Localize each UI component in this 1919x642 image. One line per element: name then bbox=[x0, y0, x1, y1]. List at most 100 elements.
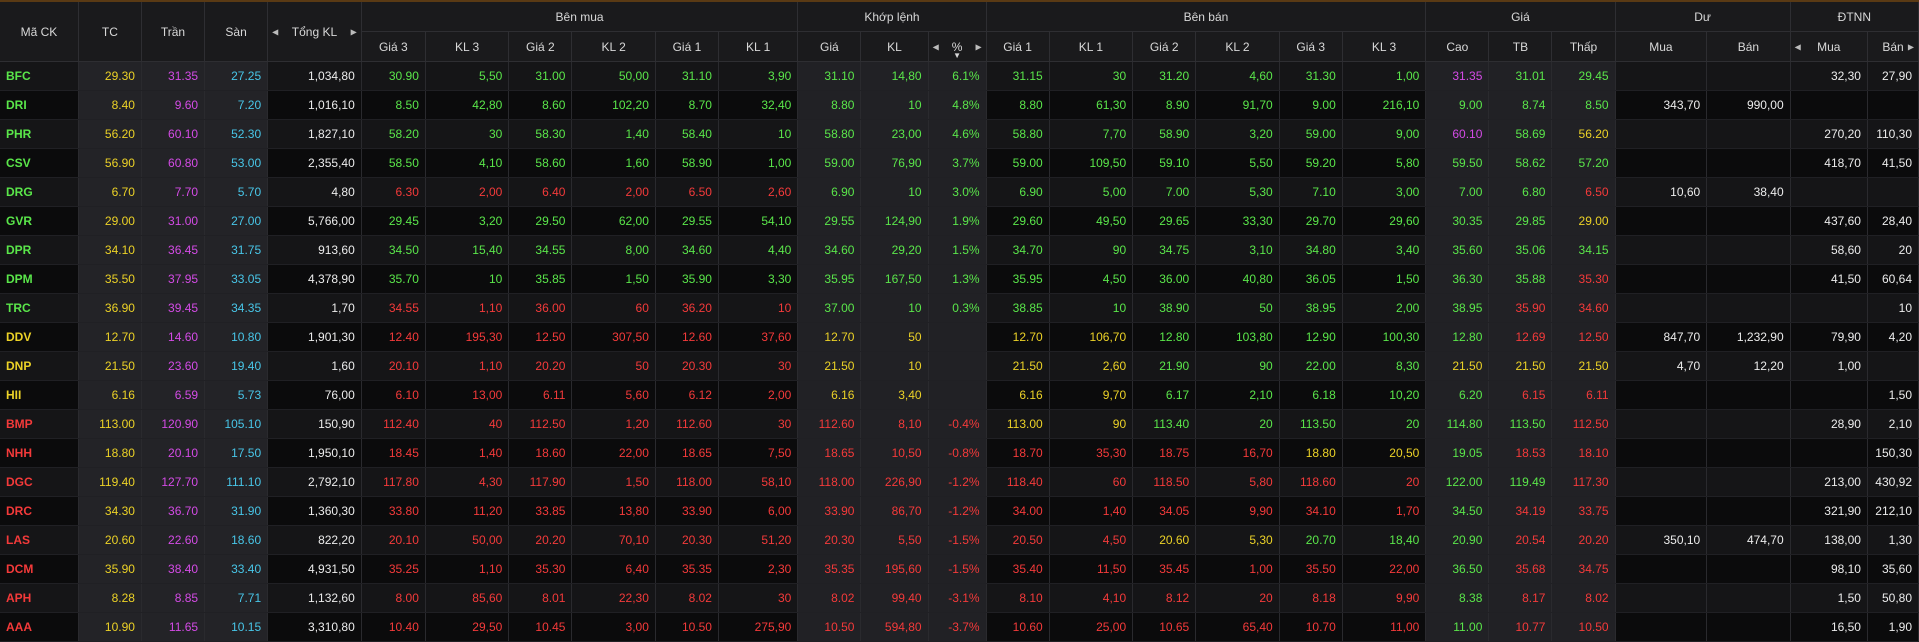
buy-cell: 8.70 bbox=[655, 90, 719, 120]
foreign-col-header-1[interactable]: Bán ▶ bbox=[1867, 31, 1919, 62]
percent-sort-control[interactable]: % ▼ bbox=[952, 40, 963, 60]
price-cell: 112.50 bbox=[1551, 409, 1616, 439]
match-cell: 112.60 bbox=[797, 409, 862, 439]
price-cell: 18.10 bbox=[1551, 438, 1616, 468]
table-row[interactable]: DGC 119.40 127.70 111.10 2,792,10 117.80 4,30 1… bbox=[0, 467, 1919, 497]
table-row[interactable]: AAA 10.90 11.65 10.15 3,310,80 10.40 29,50 10.4… bbox=[0, 612, 1919, 642]
foreign-col-header-0[interactable]: ◀ Mua bbox=[1790, 31, 1868, 62]
foreign-cell: 270,20 bbox=[1790, 119, 1868, 149]
buy-col-header-4[interactable]: Giá 1 bbox=[655, 31, 719, 62]
table-row[interactable]: NHH 18.80 20.10 17.50 1,950,10 18.45 1,40 18.60… bbox=[0, 438, 1919, 468]
buy-cell: 1,20 bbox=[571, 409, 656, 439]
total-volume-cell: 2,792,10 bbox=[267, 467, 362, 497]
price-col-header-0[interactable]: Cao bbox=[1425, 31, 1490, 62]
buy-cell: 1,00 bbox=[718, 148, 799, 178]
table-row[interactable]: DPR 34.10 36.45 31.75 913,60 34.50 15,40 34.55 8… bbox=[0, 235, 1919, 265]
ceil-price-cell: 23.60 bbox=[141, 351, 206, 381]
sell-cell: 1,00 bbox=[1342, 61, 1427, 91]
caret-left-icon[interactable]: ◀ bbox=[933, 42, 939, 51]
buy-col-header-5[interactable]: KL 1 bbox=[718, 31, 799, 62]
group-match-header: Khớp lệnh bbox=[797, 0, 987, 32]
match-cell: 1.5% bbox=[928, 235, 987, 265]
buy-col-header-2[interactable]: Giá 2 bbox=[508, 31, 573, 62]
buy-cell: 36.00 bbox=[508, 293, 573, 323]
table-row[interactable]: DCM 35.90 38.40 33.40 4,931,50 35.25 1,10 35.30… bbox=[0, 554, 1919, 584]
buy-col-header-0[interactable]: Giá 3 bbox=[361, 31, 426, 62]
caret-left-icon[interactable]: ◀ bbox=[272, 27, 278, 36]
caret-right-icon[interactable]: ▶ bbox=[975, 42, 981, 51]
table-row[interactable]: TRC 36.90 39.45 34.35 1,70 34.55 1,10 36.00 60 36… bbox=[0, 293, 1919, 323]
table-row[interactable]: DRI 8.40 9.60 7.20 1,016,10 8.50 42,80 8.60 102,… bbox=[0, 90, 1919, 120]
buy-cell: 20.20 bbox=[508, 351, 573, 381]
sell-col-header-0[interactable]: Giá 1 bbox=[986, 31, 1050, 62]
foreign-cell bbox=[1790, 380, 1868, 410]
buy-cell: 102,20 bbox=[571, 90, 656, 120]
table-row[interactable]: BMP 113.00 120.90 105.10 150,90 112.40 40 112.5… bbox=[0, 409, 1919, 439]
col-ref-header[interactable]: TC bbox=[78, 0, 142, 62]
table-row[interactable]: BFC 29.30 31.35 27.25 1,034,80 30.90 5,50 31.00… bbox=[0, 61, 1919, 91]
caret-left-icon[interactable]: ◀ bbox=[1795, 42, 1801, 51]
sell-cell: 103,80 bbox=[1195, 322, 1280, 352]
col-floor-header[interactable]: Sàn bbox=[204, 0, 269, 62]
price-cell: 35.68 bbox=[1488, 554, 1553, 584]
table-row[interactable]: HII 6.16 6.59 5.73 76,00 6.10 13,00 6.11 5,60 6.1… bbox=[0, 380, 1919, 410]
buy-cell: 51,20 bbox=[718, 525, 799, 555]
col-total-vol-header[interactable]: ◀ Tổng KL ▶ bbox=[267, 0, 362, 62]
match-cell: 124,90 bbox=[860, 206, 929, 236]
buy-cell: 2,30 bbox=[718, 554, 799, 584]
ceil-price-cell: 31.00 bbox=[141, 206, 206, 236]
table-row[interactable]: APH 8.28 8.85 7.71 1,132,60 8.00 85,60 8.01 22,3… bbox=[0, 583, 1919, 613]
table-row[interactable]: DRC 34.30 36.70 31.90 1,360,30 33.80 11,20 33.8… bbox=[0, 496, 1919, 526]
sell-col-header-4[interactable]: Giá 3 bbox=[1279, 31, 1343, 62]
price-cell: 57.20 bbox=[1551, 148, 1616, 178]
buy-cell: 33.90 bbox=[655, 496, 719, 526]
price-cell: 119.49 bbox=[1488, 467, 1553, 497]
table-row[interactable]: DPM 35.50 37.95 33.05 4,378,90 35.70 10 35.85 1,… bbox=[0, 264, 1919, 294]
match-col-header-1[interactable]: KL bbox=[860, 31, 929, 62]
sell-cell: 20,50 bbox=[1342, 438, 1427, 468]
match-col-header-2[interactable]: ◀ % ▼ ▶ bbox=[928, 31, 987, 62]
match-cell: 226,90 bbox=[860, 467, 929, 497]
col-symbol-header[interactable]: Mã CK bbox=[0, 0, 79, 62]
price-col-header-2[interactable]: Thấp bbox=[1551, 31, 1616, 62]
table-row[interactable]: CSV 56.90 60.80 53.00 2,355,40 58.50 4,10 58.60… bbox=[0, 148, 1919, 178]
total-volume-cell: 822,20 bbox=[267, 525, 362, 555]
table-row[interactable]: PHR 56.20 60.10 52.30 1,827,10 58.20 30 58.30 1,… bbox=[0, 119, 1919, 149]
sell-col-header-3[interactable]: KL 2 bbox=[1195, 31, 1280, 62]
remain-col-header-1[interactable]: Bán bbox=[1706, 31, 1791, 62]
col-total-vol-label: Tổng KL bbox=[291, 24, 338, 39]
table-row[interactable]: LAS 20.60 22.60 18.60 822,20 20.10 50,00 20.20 7… bbox=[0, 525, 1919, 555]
table-row[interactable]: GVR 29.00 31.00 27.00 5,766,00 29.45 3,20 29.50… bbox=[0, 206, 1919, 236]
sell-col-header-1[interactable]: KL 1 bbox=[1049, 31, 1134, 62]
remain-cell bbox=[1615, 583, 1708, 613]
caret-right-icon[interactable]: ▶ bbox=[1908, 42, 1914, 51]
remain-cell: 847,70 bbox=[1615, 322, 1708, 352]
buy-cell: 31.10 bbox=[655, 61, 719, 91]
ceil-price-cell: 6.59 bbox=[141, 380, 206, 410]
caret-right-icon[interactable]: ▶ bbox=[351, 27, 357, 36]
match-col-header-0[interactable]: Giá bbox=[797, 31, 862, 62]
buy-cell: 29.55 bbox=[655, 206, 719, 236]
match-cell bbox=[928, 351, 987, 381]
sell-cell: 9.00 bbox=[1279, 90, 1343, 120]
symbol-cell: PHR bbox=[0, 119, 79, 149]
match-cell: 8.80 bbox=[797, 90, 862, 120]
sell-col-header-5[interactable]: KL 3 bbox=[1342, 31, 1427, 62]
col-ceil-header[interactable]: Trần bbox=[141, 0, 206, 62]
sell-cell: 18.75 bbox=[1132, 438, 1197, 468]
symbol-cell: LAS bbox=[0, 525, 79, 555]
sell-col-header-2[interactable]: Giá 2 bbox=[1132, 31, 1197, 62]
sort-down-icon: ▼ bbox=[953, 50, 962, 60]
buy-cell: 1,10 bbox=[425, 293, 510, 323]
table-row[interactable]: DDV 12.70 14.60 10.80 1,901,30 12.40 195,30 12.… bbox=[0, 322, 1919, 352]
floor-price-cell: 111.10 bbox=[204, 467, 269, 497]
remain-cell bbox=[1615, 293, 1708, 323]
table-row[interactable]: DNP 21.50 23.60 19.40 1,60 20.10 1,10 20.20 50 20… bbox=[0, 351, 1919, 381]
match-cell: 8,10 bbox=[860, 409, 929, 439]
buy-col-header-1[interactable]: KL 3 bbox=[425, 31, 510, 62]
price-col-header-1[interactable]: TB bbox=[1488, 31, 1553, 62]
table-row[interactable]: DRG 6.70 7.70 5.70 4,80 6.30 2,00 6.40 2,00 6.50 2… bbox=[0, 177, 1919, 207]
buy-col-header-3[interactable]: KL 2 bbox=[571, 31, 656, 62]
foreign-cell: 2,10 bbox=[1867, 409, 1919, 439]
remain-col-header-0[interactable]: Mua bbox=[1615, 31, 1708, 62]
